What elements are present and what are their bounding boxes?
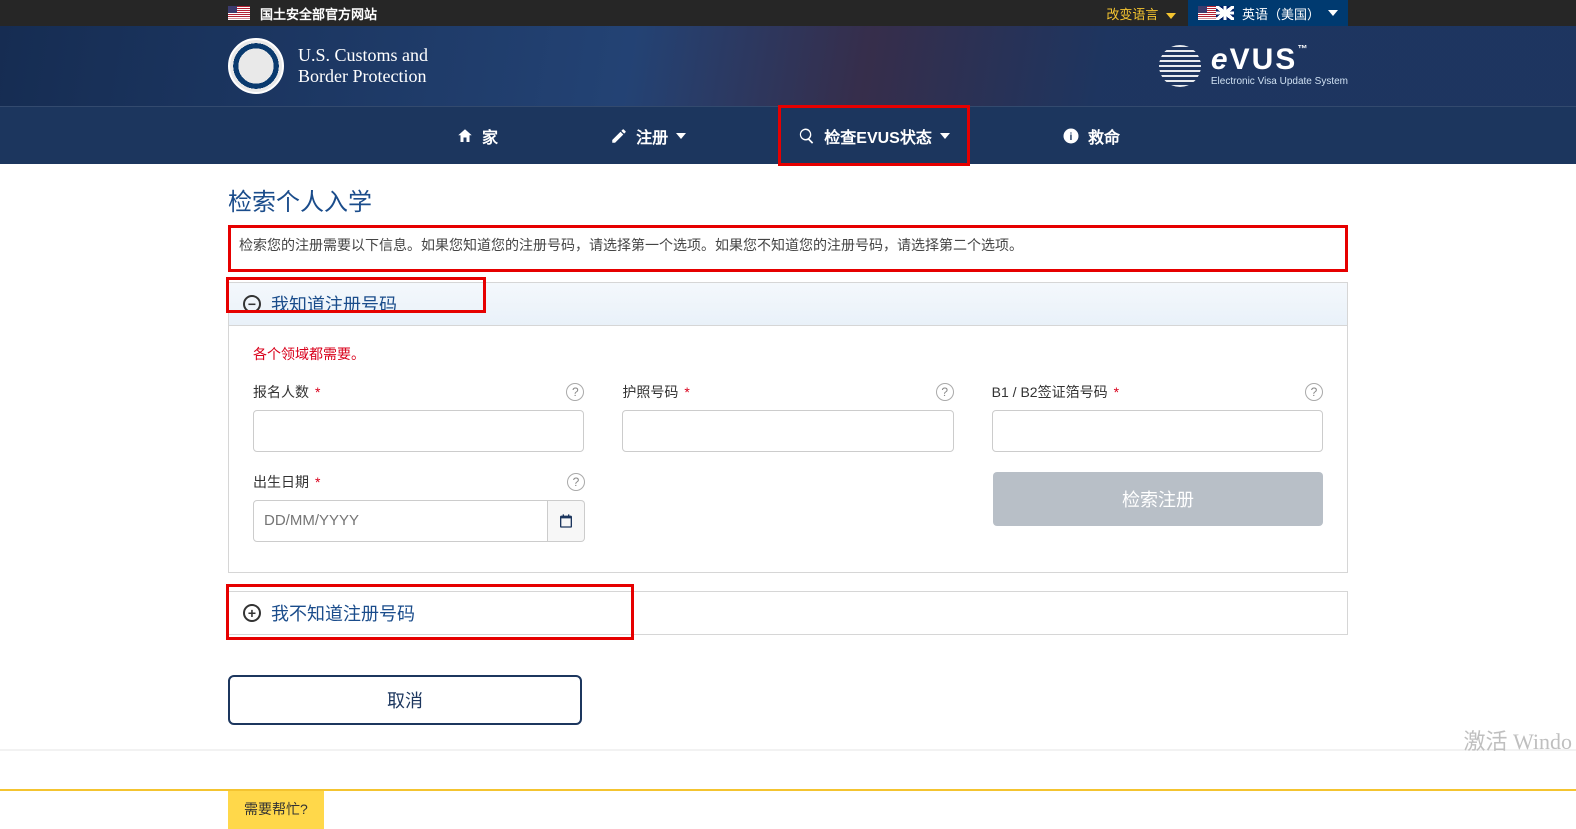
language-selector[interactable]: 英语（美国） bbox=[1188, 0, 1348, 26]
minus-circle-icon: − bbox=[243, 295, 261, 313]
passport-label: 护照号码 bbox=[622, 382, 678, 402]
enrollment-input[interactable] bbox=[253, 410, 584, 452]
actions: 取消 bbox=[228, 675, 1348, 725]
help-icon[interactable]: ? bbox=[936, 383, 954, 401]
plus-circle-icon: + bbox=[243, 604, 261, 622]
language-selected-text: 英语（美国） bbox=[1242, 4, 1320, 23]
dob-input[interactable] bbox=[253, 500, 548, 542]
topbar-site-label: 国土安全部官方网站 bbox=[228, 4, 377, 23]
nav-home[interactable]: 家 bbox=[438, 107, 516, 164]
evus-subtitle: Electronic Visa Update System bbox=[1211, 77, 1348, 87]
cbp-logo-block: U.S. Customs and Border Protection bbox=[228, 38, 428, 94]
required-star: * bbox=[315, 474, 320, 490]
passport-input[interactable] bbox=[622, 410, 953, 452]
required-star: * bbox=[684, 384, 689, 400]
accordion-header-text: 我不知道注册号码 bbox=[271, 600, 415, 626]
main-nav: 家 注册 检查EVUS状态 i 救命 bbox=[0, 106, 1576, 164]
submit-wrap: 检索注册 bbox=[993, 472, 1323, 542]
accordion-dont-know-number: + 我不知道注册号码 bbox=[228, 591, 1348, 635]
intro-text: 检索您的注册需要以下信息。如果您知道您的注册号码，请选择第一个选项。如果您不知道… bbox=[239, 237, 1023, 253]
required-message: 各个领域都需要。 bbox=[253, 344, 1323, 364]
cbp-line1: U.S. Customs and bbox=[298, 45, 428, 66]
caret-down-icon bbox=[1166, 13, 1176, 19]
cbp-line2: Border Protection bbox=[298, 66, 428, 87]
cancel-button[interactable]: 取消 bbox=[228, 675, 582, 725]
search-icon bbox=[798, 127, 816, 145]
enrollment-label: 报名人数 bbox=[253, 382, 309, 402]
caret-down-icon bbox=[940, 133, 950, 139]
page-title: 检索个人入学 bbox=[228, 182, 1348, 217]
svg-text:i: i bbox=[1070, 130, 1073, 142]
footer: 需要帮忙? bbox=[0, 789, 1576, 829]
visa-input[interactable] bbox=[992, 410, 1323, 452]
field-dob: 出生日期 * ? bbox=[253, 472, 585, 542]
required-star: * bbox=[315, 384, 320, 400]
site-label-text: 国土安全部官方网站 bbox=[260, 4, 377, 23]
field-visa: B1 / B2签证箔号码 * ? bbox=[992, 382, 1323, 452]
home-icon bbox=[456, 127, 474, 145]
evus-logo: eVUS™ Electronic Visa Update System bbox=[1159, 45, 1348, 87]
topbar: 国土安全部官方网站 改变语言 英语（美国） bbox=[0, 0, 1576, 26]
need-help-tab[interactable]: 需要帮忙? bbox=[228, 791, 324, 829]
caret-down-icon bbox=[1328, 10, 1338, 16]
caret-down-icon bbox=[676, 133, 686, 139]
help-icon[interactable]: ? bbox=[1305, 383, 1323, 401]
field-passport: 护照号码 * ? bbox=[622, 382, 953, 452]
globe-icon bbox=[1159, 45, 1201, 87]
nav-check-status[interactable]: 检查EVUS状态 bbox=[780, 107, 968, 164]
accordion-header-text: 我知道注册号码 bbox=[271, 291, 397, 317]
accordion-header-dont-know[interactable]: + 我不知道注册号码 bbox=[229, 592, 1347, 634]
visa-label: B1 / B2签证箔号码 bbox=[992, 382, 1108, 402]
help-icon[interactable]: ? bbox=[566, 383, 584, 401]
accordion-header-know[interactable]: − 我知道注册号码 bbox=[229, 283, 1347, 326]
calendar-button[interactable] bbox=[548, 500, 585, 542]
intro-box: 检索您的注册需要以下信息。如果您知道您的注册号码，请选择第一个选项。如果您不知道… bbox=[228, 225, 1348, 272]
content: 检索个人入学 检索您的注册需要以下信息。如果您知道您的注册号码，请选择第一个选项… bbox=[228, 182, 1348, 725]
hero-banner: U.S. Customs and Border Protection eVUS™… bbox=[0, 26, 1576, 106]
dhs-seal-icon bbox=[228, 38, 284, 94]
evus-brand: eVUS™ bbox=[1211, 45, 1348, 75]
dob-label: 出生日期 bbox=[253, 472, 309, 492]
activate-windows-watermark: 激活 Windo bbox=[1464, 724, 1573, 756]
nav-register[interactable]: 注册 bbox=[592, 107, 704, 164]
divider bbox=[0, 749, 1576, 751]
calendar-icon bbox=[558, 513, 574, 529]
help-icon[interactable]: ? bbox=[567, 473, 585, 491]
us-flag-icon bbox=[228, 6, 250, 20]
change-language-link[interactable]: 改变语言 bbox=[1106, 4, 1176, 23]
field-enrollment: 报名人数 * ? bbox=[253, 382, 584, 452]
accordion-body-know: 各个领域都需要。 报名人数 * ? 护照号码 * ? bbox=[229, 326, 1347, 572]
required-star: * bbox=[1114, 384, 1119, 400]
info-icon: i bbox=[1062, 127, 1080, 145]
retrieve-button[interactable]: 检索注册 bbox=[993, 472, 1323, 526]
flags-icon bbox=[1198, 6, 1234, 20]
edit-icon bbox=[610, 127, 628, 145]
nav-help[interactable]: i 救命 bbox=[1044, 107, 1138, 164]
accordion-know-number: − 我知道注册号码 各个领域都需要。 报名人数 * ? 护照号码 * bbox=[228, 282, 1348, 573]
